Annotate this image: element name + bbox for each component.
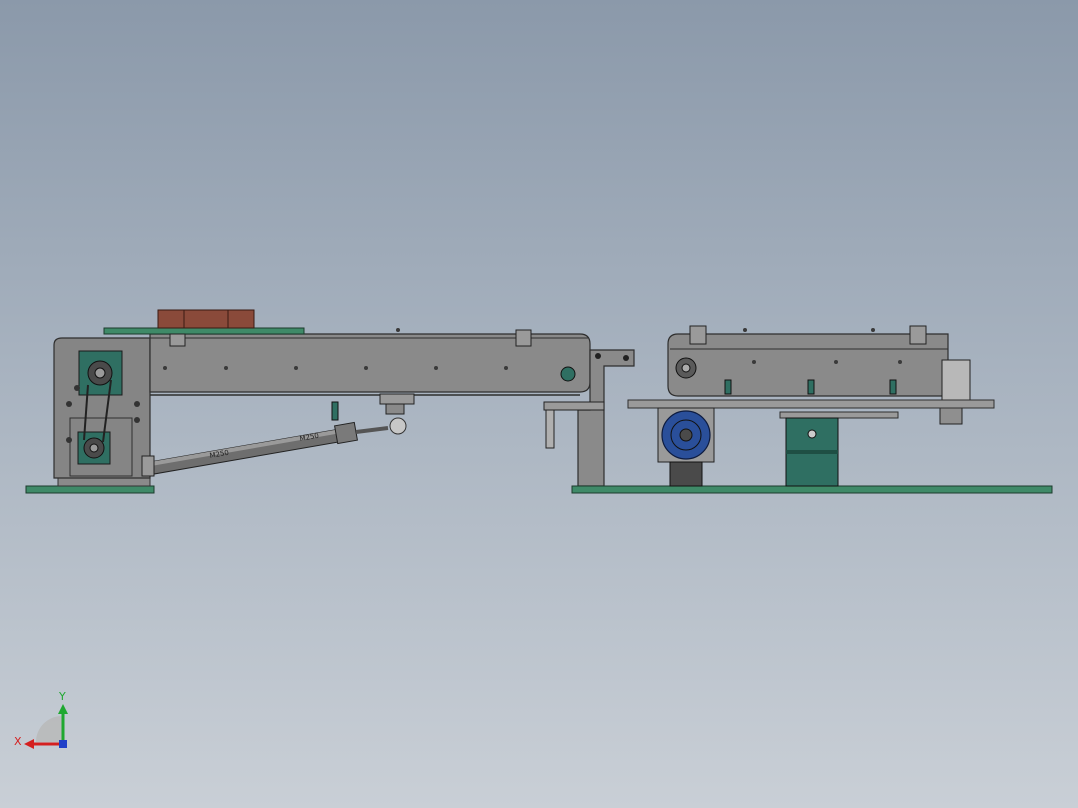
left-beam-bracket-a (169, 333, 186, 347)
triad-x-arrow (24, 739, 34, 749)
triad-y-label: Y (58, 690, 66, 703)
left-base-foot (57, 477, 151, 487)
coordinate-triad: X Y (14, 690, 68, 749)
right-beam-bracket-a (689, 325, 707, 345)
left-beam-hanger-lower (385, 403, 405, 415)
left-top-load-blocks (157, 309, 255, 329)
transfer-pin (545, 409, 555, 449)
cad-viewport[interactable]: M250 M250 X Y (0, 0, 1078, 808)
left-beam-end-knob (560, 366, 576, 382)
transfer-bracket-hole (623, 355, 629, 361)
right-conveyor-assembly[interactable] (627, 325, 995, 487)
right-motor-shaft (679, 428, 693, 442)
pneumatic-cylinder (141, 401, 407, 477)
right-end-sensor (941, 359, 971, 401)
transfer-arm (543, 401, 605, 411)
triad-plane-indicator (36, 716, 62, 742)
right-support-plate (627, 399, 995, 409)
left-upper-pulley-hub (94, 367, 106, 379)
assembly-drawing[interactable]: M250 M250 X Y (0, 0, 1078, 808)
right-support-plate-lower (779, 411, 899, 419)
triad-y-arrow (58, 704, 68, 714)
left-lower-pulley-hub (89, 443, 99, 453)
right-lift-column-bolt (807, 429, 817, 439)
right-lift-column-joint (786, 450, 838, 454)
right-motor-gearbox (669, 461, 703, 487)
right-beam-bracket-b (909, 325, 927, 345)
triad-z-axis (59, 740, 67, 748)
right-base-plate (571, 485, 1053, 494)
left-base-plate (25, 485, 155, 494)
left-conveyor-assembly[interactable]: M250 M250 (25, 309, 591, 494)
left-beam-hanger (379, 393, 415, 405)
right-beam-idler-hub (681, 363, 691, 373)
left-top-green-strip (103, 327, 305, 335)
triad-x-label: X (14, 735, 22, 748)
left-beam-bracket-b (515, 329, 532, 347)
transfer-bracket-hole-2 (595, 353, 601, 359)
